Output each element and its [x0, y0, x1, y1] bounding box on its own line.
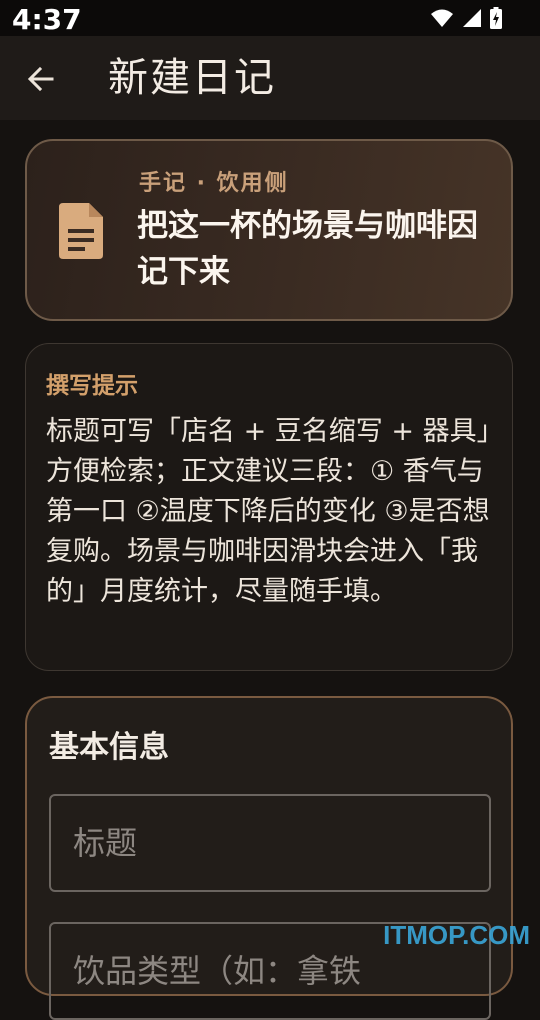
hero-title: 把这一杯的场景与咖啡因记下来 [137, 208, 478, 290]
writing-tips-card: 撰写提示 标题可写「店名 + 豆名缩写 + 器具」方便检索；正文建议三段：① 香… [25, 343, 513, 671]
title-input[interactable] [49, 794, 491, 892]
watermark: ITMOP.COM [383, 920, 530, 950]
back-button[interactable] [18, 56, 64, 102]
tips-body: 标题可写「店名 + 豆名缩写 + 器具」方便检索；正文建议三段：① 香气与第一口… [46, 416, 491, 607]
wifi-icon [431, 9, 453, 27]
signal-icon [463, 9, 481, 27]
app-bar: 新建日记 [0, 36, 540, 120]
hero-eyebrow: 手记 · 饮用侧 [139, 171, 289, 196]
page-title: 新建日记 [108, 55, 276, 101]
basic-info-card: 基本信息 [25, 696, 513, 1020]
status-icons [430, 7, 502, 29]
document-icon [59, 203, 103, 259]
battery-charging-icon [490, 7, 502, 29]
status-time: 4:37 [12, 3, 82, 36]
basic-info-title: 基本信息 [49, 730, 169, 765]
tips-title: 撰写提示 [46, 373, 138, 399]
status-bar: 4:37 [0, 0, 540, 36]
hero-card: 手记 · 饮用侧 把这一杯的场景与咖啡因记下来 [25, 139, 513, 321]
arrow-left-icon [27, 66, 54, 92]
